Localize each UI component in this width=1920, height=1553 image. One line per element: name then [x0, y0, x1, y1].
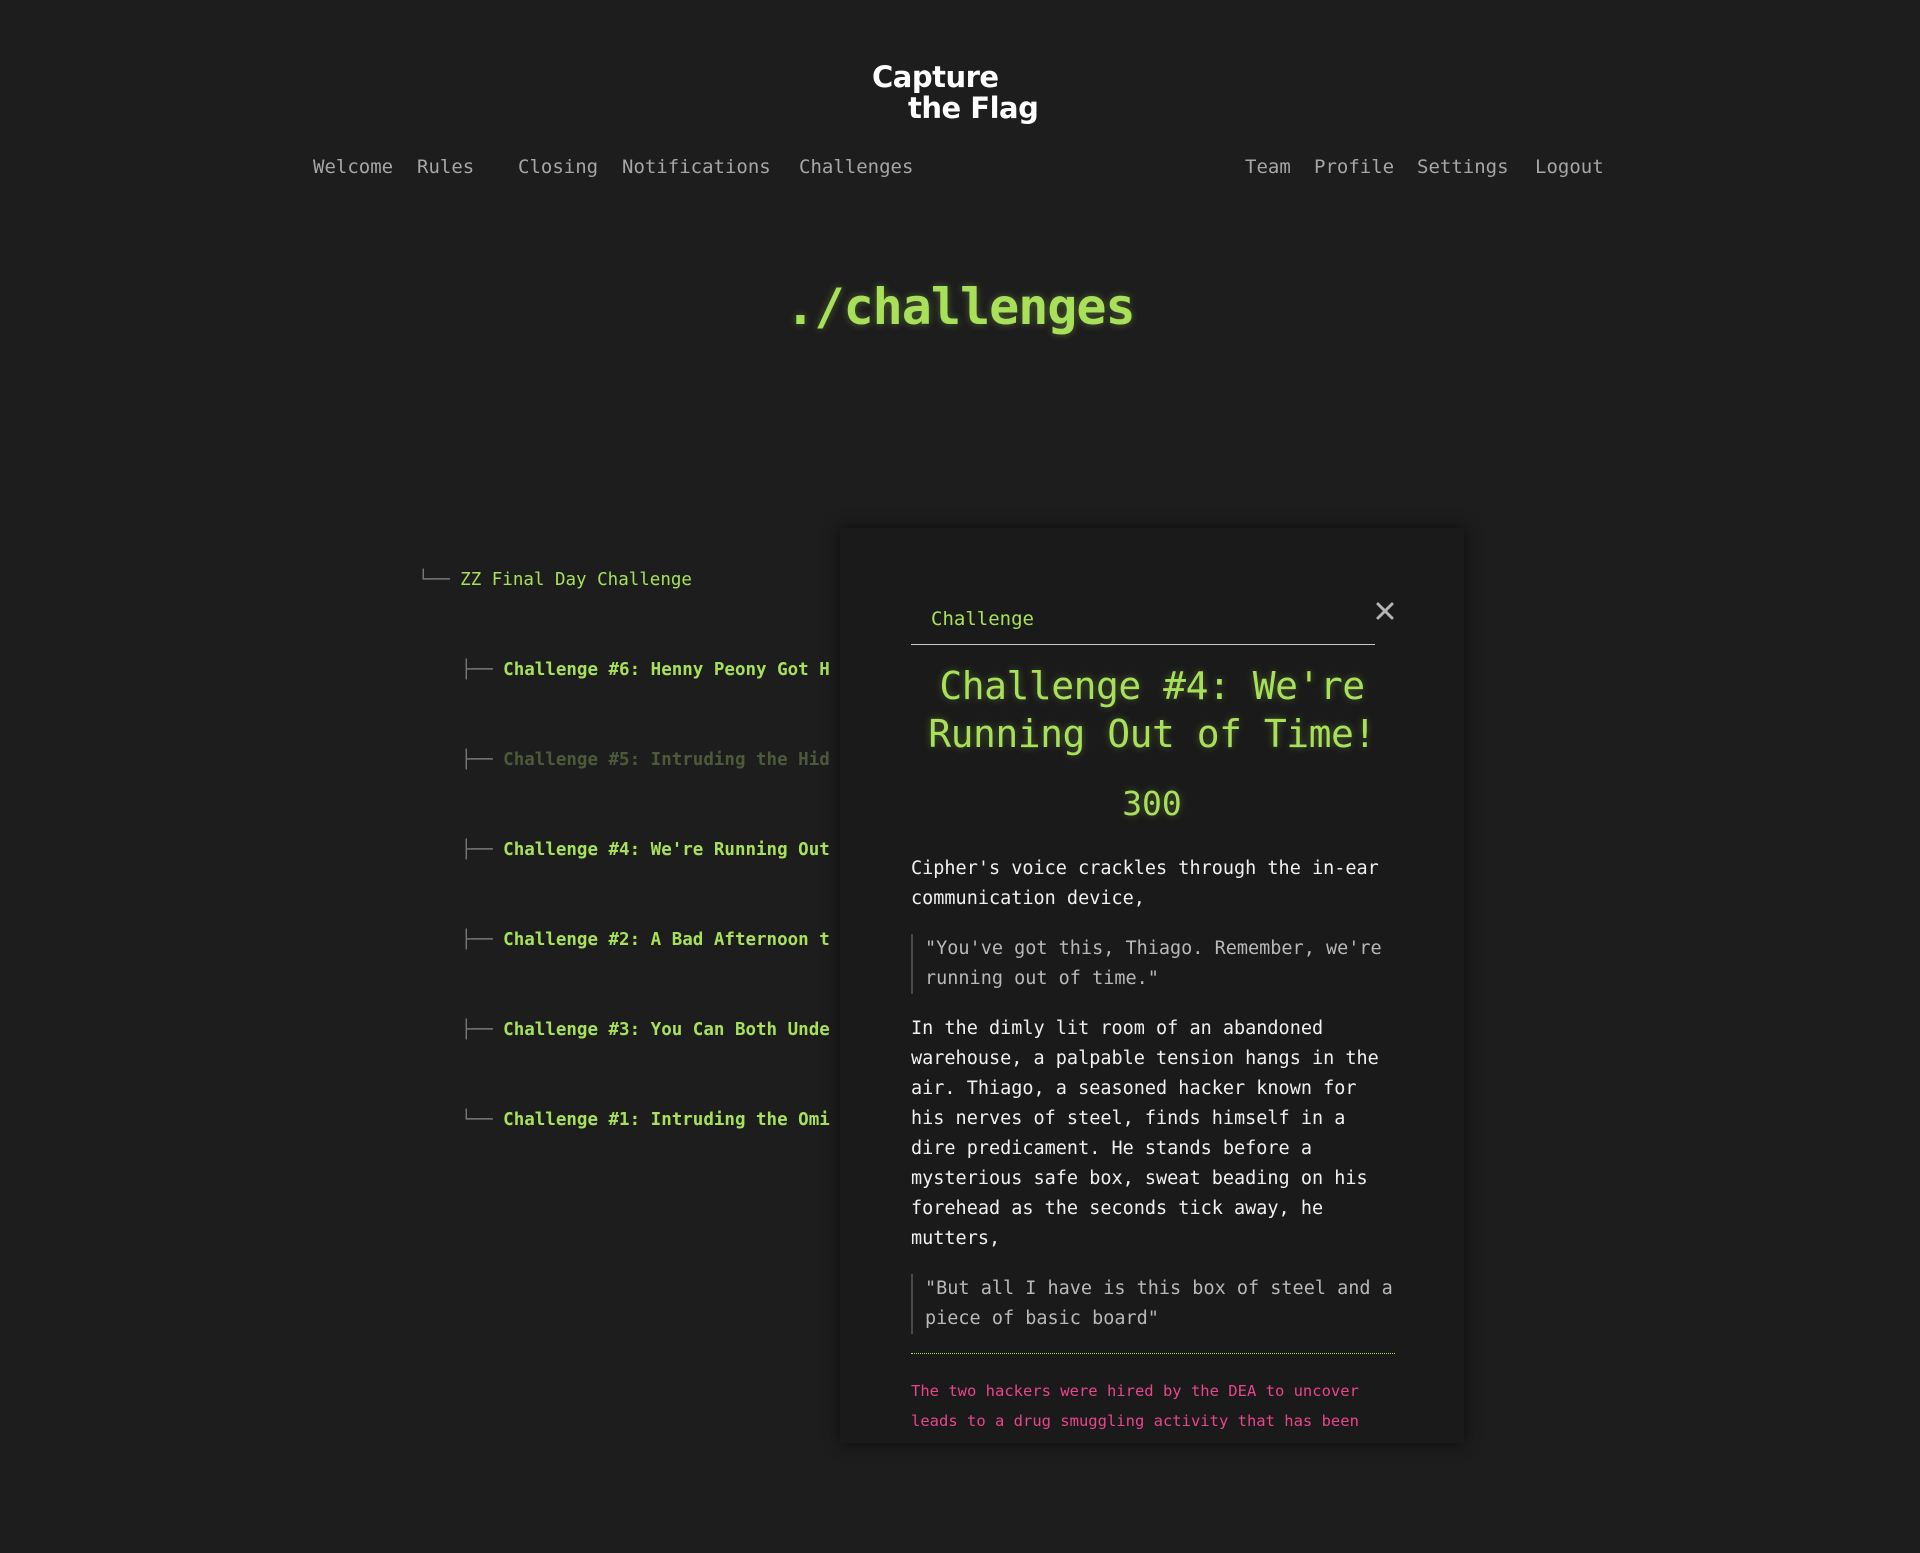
close-icon[interactable]	[1372, 598, 1398, 624]
tree-category-row[interactable]: └── ZZ Final Day Challenge	[418, 565, 842, 595]
description-quote: "But all I have is this box of steel and…	[911, 1274, 1399, 1334]
tree-item-label: Challenge #3: You Can Both Unde	[503, 1020, 830, 1040]
description-quote: "You've got this, Thiago. Remember, we'r…	[911, 934, 1399, 994]
description-paragraph: Cipher's voice crackles through the in-e…	[911, 858, 1379, 909]
tree-item-label: Challenge #6: Henny Peony Got H	[503, 660, 830, 680]
page-title: ./challenges	[785, 278, 1135, 336]
challenge-tree: └── ZZ Final Day Challenge ├── Challenge…	[418, 505, 842, 1195]
nav-profile[interactable]: Profile	[1314, 156, 1394, 178]
tree-item-label: Challenge #4: We're Running Out	[503, 840, 830, 860]
nav-closing[interactable]: Closing	[518, 156, 598, 178]
tree-item[interactable]: ├── Challenge #4: We're Running Out	[418, 835, 842, 865]
tree-connector: ├──	[461, 660, 493, 680]
tree-item[interactable]: ├── Challenge #6: Henny Peony Got H	[418, 655, 842, 685]
tree-item[interactable]: ├── Challenge #5: Intruding the Hid	[418, 745, 842, 775]
nav-challenges[interactable]: Challenges	[799, 156, 913, 178]
tree-connector: ├──	[461, 1020, 493, 1040]
tree-item[interactable]: ├── Challenge #2: A Bad Afternoon t	[418, 925, 842, 955]
challenge-title: Challenge #4: We're Running Out of Time!	[928, 664, 1376, 756]
tree-item[interactable]: ├── Challenge #3: You Can Both Unde	[418, 1015, 842, 1045]
tab-challenge[interactable]: Challenge	[931, 608, 1034, 630]
modal-tab-bar: Challenge	[911, 608, 1375, 645]
nav-notifications[interactable]: Notifications	[622, 156, 771, 178]
tree-item-label: Challenge #2: A Bad Afternoon t	[503, 930, 830, 950]
description-divider	[911, 1353, 1395, 1354]
challenge-points: 300	[1122, 784, 1182, 823]
tree-connector: ├──	[461, 930, 493, 950]
logo-line-2: the Flag	[908, 91, 1039, 125]
close-icon-glyph	[1376, 602, 1394, 620]
tree-item-label: Challenge #1: Intruding the Omi	[503, 1110, 830, 1130]
tree-connector: ├──	[461, 840, 493, 860]
tree-item-label: Challenge #5: Intruding the Hid	[503, 750, 830, 770]
nav-team[interactable]: Team	[1245, 156, 1291, 178]
nav-logout[interactable]: Logout	[1535, 156, 1604, 178]
challenge-briefing-text: The two hackers were hired by the DEA to…	[911, 1382, 1359, 1430]
tree-item[interactable]: └── Challenge #1: Intruding the Omi	[418, 1105, 842, 1135]
tree-connector: └──	[418, 570, 450, 590]
challenge-description: Cipher's voice crackles through the in-e…	[911, 854, 1399, 1354]
nav-welcome[interactable]: Welcome	[313, 156, 393, 178]
tree-connector: └──	[461, 1110, 493, 1130]
tree-connector: ├──	[461, 750, 493, 770]
logo-line-1: Capture	[872, 60, 999, 94]
logo[interactable]: Capture the Flag	[872, 60, 1039, 125]
challenge-modal: Challenge Challenge #4: We're Running Ou…	[840, 528, 1464, 1443]
nav-rules[interactable]: Rules	[417, 156, 474, 178]
description-paragraph: In the dimly lit room of an abandoned wa…	[911, 1018, 1379, 1249]
page: Capture the Flag Welcome Rules Closing N…	[0, 0, 1920, 1553]
nav-settings[interactable]: Settings	[1417, 156, 1509, 178]
tree-category-label: ZZ Final Day Challenge	[460, 570, 692, 590]
